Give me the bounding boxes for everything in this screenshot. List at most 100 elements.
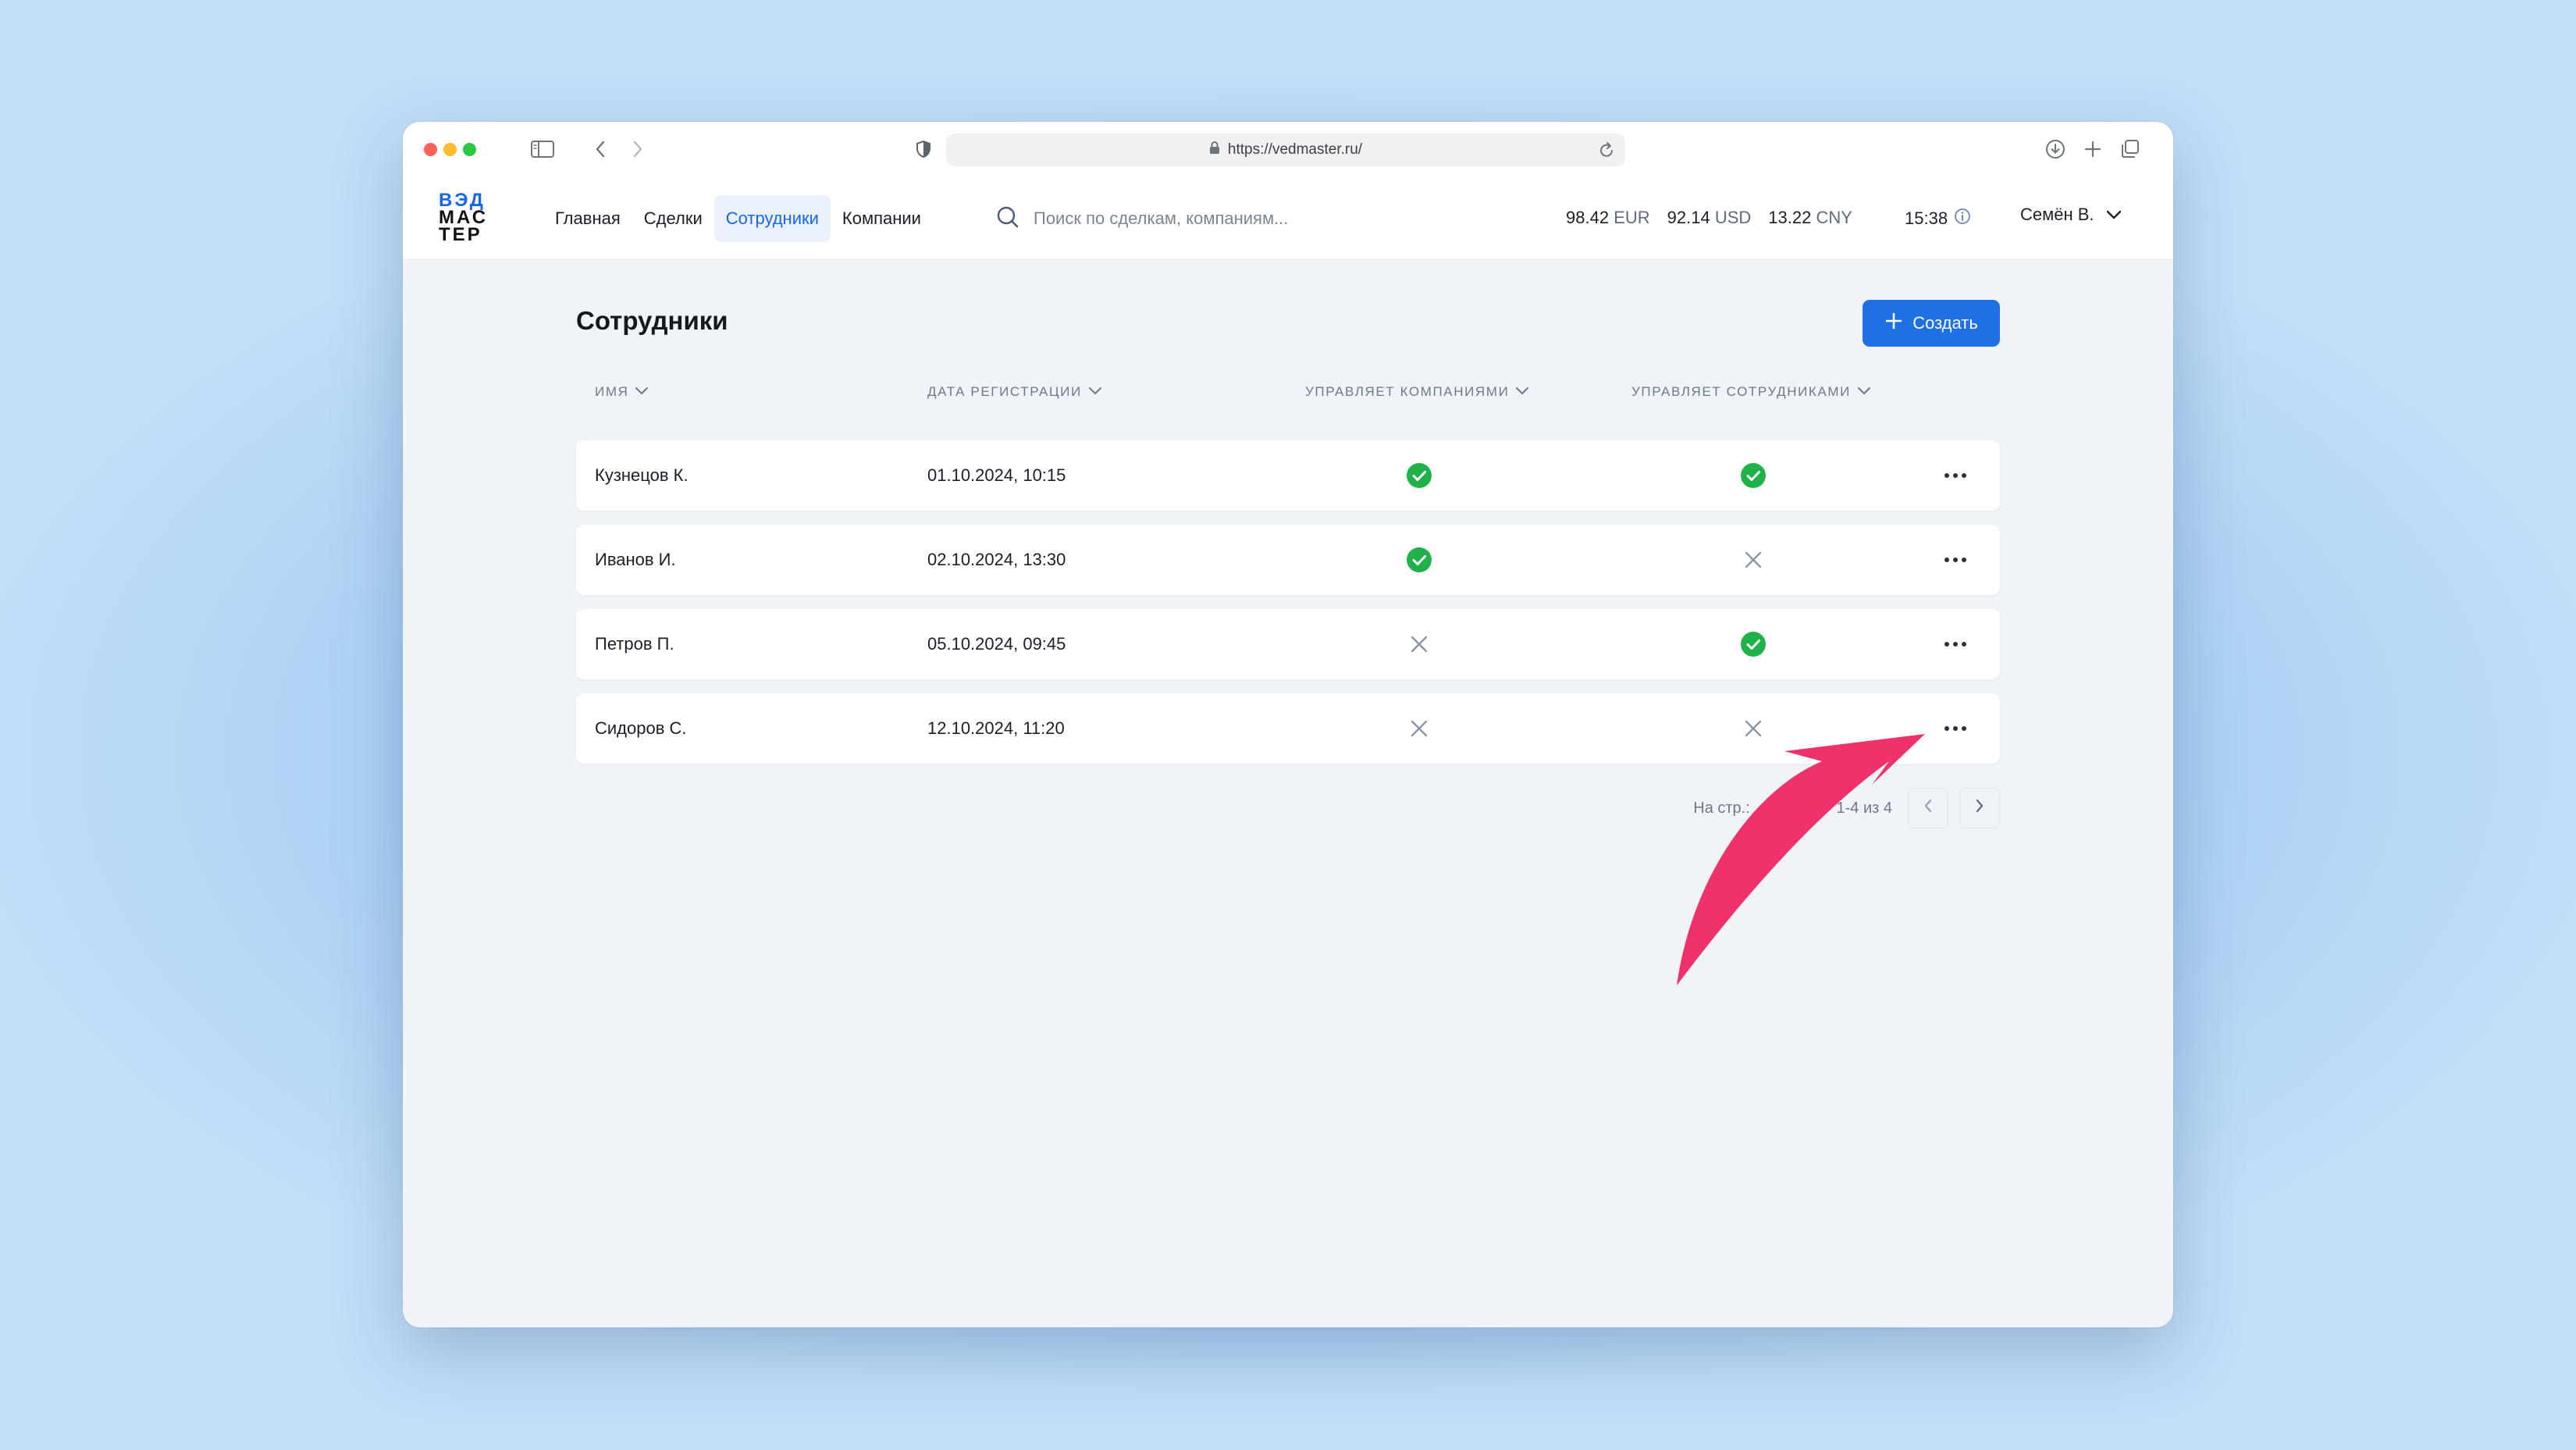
cross-icon	[1743, 550, 1763, 570]
column-header-manages-companies[interactable]: Управляет компаниями	[1305, 384, 1529, 400]
row-date: 01.10.2024, 10:15	[927, 465, 1066, 485]
row-name: Кузнецов К.	[595, 465, 688, 485]
pagination: На стр.: 100 1-4 из 4	[1693, 787, 2000, 829]
privacy-shield-icon[interactable]	[910, 136, 937, 162]
status-companies	[1396, 525, 1443, 595]
row-date: 12.10.2024, 11:20	[927, 718, 1065, 738]
create-button[interactable]: Создать	[1863, 300, 2000, 347]
clock: 15:38	[1905, 208, 1971, 230]
chevron-down-icon	[2105, 205, 2122, 225]
clock-time: 15:38	[1905, 208, 1948, 228]
app-header: ВЭД МАС ТЕР Главная Сделки Сотрудники Ко…	[403, 176, 2173, 260]
table-row[interactable]: Иванов И. 02.10.2024, 13:30	[576, 525, 2000, 595]
next-page-button[interactable]	[1959, 788, 2000, 828]
more-dots-icon[interactable]	[1936, 548, 1975, 572]
check-circle-icon	[1740, 631, 1767, 657]
chevron-down-icon	[1088, 384, 1102, 400]
chevron-down-icon	[1801, 798, 1816, 818]
column-label: Управляет компаниями	[1305, 384, 1510, 399]
check-circle-icon	[1406, 547, 1432, 573]
page-range: 1-4 из 4	[1836, 799, 1892, 817]
zoom-window-button[interactable]	[463, 143, 476, 156]
logo-line-3: ТЕР	[439, 224, 482, 245]
rate-currency: USD	[1714, 208, 1752, 227]
column-header-date[interactable]: Дата регистрации	[927, 384, 1102, 400]
minimize-window-button[interactable]	[443, 143, 457, 156]
prev-page-button[interactable]	[1908, 788, 1948, 828]
currency-rates: 98.42 EUR 92.14 USD 13.22 CNY	[1566, 208, 1852, 228]
per-page-label: На стр.:	[1693, 799, 1750, 817]
chevron-down-icon	[1515, 384, 1529, 400]
more-dots-icon[interactable]	[1936, 717, 1975, 740]
info-icon[interactable]	[1954, 208, 1971, 230]
check-circle-icon	[1740, 462, 1767, 489]
status-employees	[1730, 440, 1777, 511]
status-employees	[1730, 609, 1777, 679]
rate-value: 13.22	[1768, 208, 1812, 227]
reload-icon[interactable]	[1597, 140, 1616, 165]
search-box	[996, 200, 1394, 237]
back-icon[interactable]	[587, 136, 614, 162]
nav-item-deals[interactable]: Сделки	[632, 195, 714, 242]
cross-icon	[1409, 718, 1429, 739]
user-name: Семён В.	[2020, 205, 2094, 224]
create-button-label: Создать	[1912, 313, 1978, 333]
page-title: Сотрудники	[576, 306, 728, 335]
nav-item-home[interactable]: Главная	[543, 195, 632, 242]
close-window-button[interactable]	[424, 143, 437, 156]
status-employees	[1730, 693, 1777, 764]
per-page-value: 100	[1763, 798, 1793, 818]
status-employees	[1730, 525, 1777, 595]
column-header-name[interactable]: Имя	[595, 384, 649, 400]
lock-icon	[1209, 141, 1220, 159]
status-companies	[1396, 440, 1443, 511]
row-name: Иванов И.	[595, 550, 676, 569]
cross-icon	[1409, 634, 1429, 654]
column-label: Дата регистрации	[927, 384, 1082, 399]
rate-cny: 13.22 CNY	[1768, 208, 1852, 228]
table-row[interactable]: Сидоров С. 12.10.2024, 11:20	[576, 693, 2000, 764]
more-dots-icon[interactable]	[1936, 632, 1975, 656]
rate-eur: 98.42 EUR	[1566, 208, 1650, 228]
check-circle-icon	[1406, 462, 1432, 489]
status-companies	[1396, 693, 1443, 764]
sidebar-toggle-icon[interactable]	[529, 136, 556, 162]
rate-value: 92.14	[1667, 208, 1710, 227]
nav-item-employees[interactable]: Сотрудники	[713, 195, 831, 242]
chevron-left-icon	[1923, 798, 1933, 818]
column-label: Имя	[595, 384, 629, 399]
cross-icon	[1743, 718, 1763, 739]
forward-icon[interactable]	[624, 136, 651, 162]
per-page-select[interactable]: 100	[1764, 798, 1816, 818]
address-bar[interactable]: https://vedmaster.ru/	[946, 134, 1625, 166]
rate-currency: CNY	[1816, 208, 1852, 227]
status-companies	[1396, 609, 1443, 679]
row-name: Сидоров С.	[595, 718, 687, 738]
chevron-right-icon	[1975, 798, 1984, 818]
chevron-down-icon	[1857, 384, 1871, 400]
user-menu[interactable]: Семён В.	[2020, 205, 2122, 225]
downloads-icon[interactable]	[2042, 136, 2069, 162]
column-header-manages-employees[interactable]: Управляет сотрудниками	[1631, 384, 1871, 400]
url-text: https://vedmaster.ru/	[1227, 141, 1363, 158]
rate-usd: 92.14 USD	[1667, 208, 1752, 228]
rate-currency: EUR	[1614, 208, 1650, 227]
new-tab-icon[interactable]	[2080, 136, 2106, 162]
browser-toolbar: https://vedmaster.ru/	[403, 122, 2173, 176]
table-row[interactable]: Петров П. 05.10.2024, 09:45	[576, 609, 2000, 679]
chevron-down-icon	[635, 384, 649, 400]
tab-overview-icon[interactable]	[2117, 136, 2144, 162]
rate-value: 98.42	[1566, 208, 1610, 227]
browser-window: https://vedmaster.ru/ ВЭД МАС ТЕР Главна…	[403, 122, 2173, 1327]
nav-item-companies[interactable]: Компании	[831, 195, 933, 242]
table-row[interactable]: Кузнецов К. 01.10.2024, 10:15	[576, 440, 2000, 511]
table-header: Имя Дата регистрации Управляет компаниям…	[576, 384, 2000, 415]
vedmaster-logo[interactable]: ВЭД МАС ТЕР	[439, 191, 509, 245]
row-date: 05.10.2024, 09:45	[927, 634, 1066, 654]
plus-icon	[1884, 312, 1903, 335]
more-dots-icon[interactable]	[1936, 464, 1975, 487]
column-label: Управляет сотрудниками	[1631, 384, 1851, 399]
main-nav: Главная Сделки Сотрудники Компании	[543, 195, 933, 242]
search-icon[interactable]	[996, 205, 1019, 233]
search-input[interactable]	[1032, 208, 1394, 230]
